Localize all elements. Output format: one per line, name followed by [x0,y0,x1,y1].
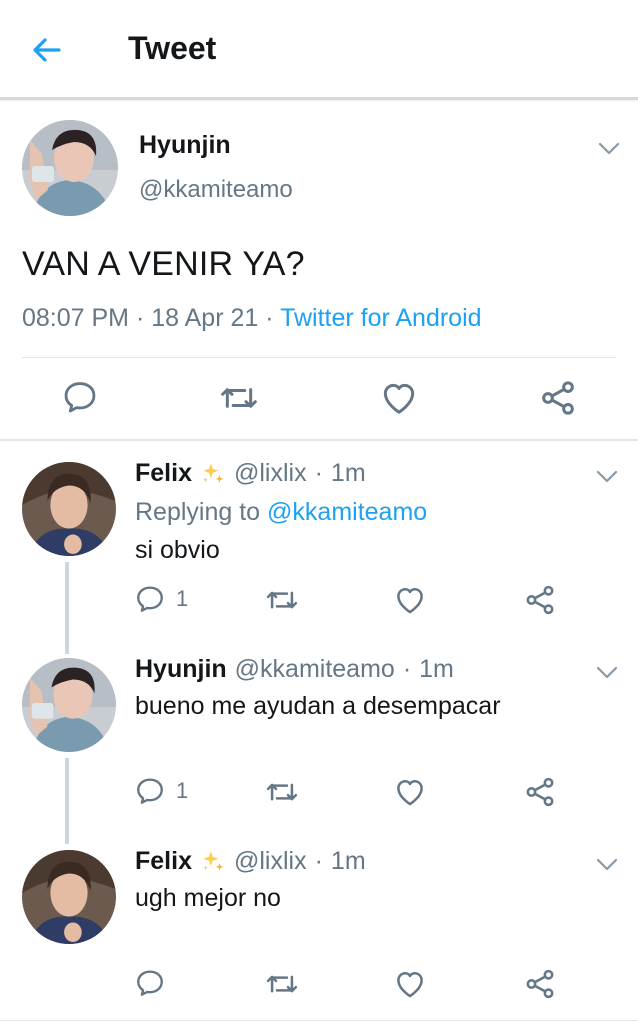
like-icon [393,775,427,809]
author-name[interactable]: Hyunjin [139,131,231,160]
author-name[interactable]: Felix [135,847,192,876]
meta-separator: · [402,655,412,683]
meta-separator: · [265,304,274,332]
share-icon [538,378,578,418]
share-button[interactable] [523,583,557,617]
tweet-time: 08:07 PM [22,304,130,332]
avatar[interactable] [22,850,116,944]
reply-icon [61,378,99,416]
retweet-button[interactable] [265,583,299,617]
tweet-time: 1m [419,655,454,683]
tweet-date: 18 Apr 21 [151,304,259,332]
sparkles-icon [200,849,226,875]
reply-count: 1 [176,778,189,803]
author-name[interactable]: Felix [135,459,192,488]
retweet-icon [265,583,299,617]
retweet-icon [265,775,299,809]
divider [22,357,616,358]
share-button[interactable] [538,378,578,418]
reply-button[interactable]: 1 [134,583,188,615]
chevron-down-icon[interactable] [598,142,620,156]
tweet-text: bueno me ayudan a desempacar [135,692,501,720]
share-icon [523,775,557,809]
chevron-down-icon[interactable] [596,666,618,680]
tweet-meta: 08:07 PM · 18 Apr 21 · Twitter for Andro… [22,304,482,333]
meta-separator: · [314,459,323,487]
tweet-time: 1m [330,459,366,487]
reply-button[interactable] [134,967,166,999]
reply-button[interactable] [61,378,99,416]
page-title: Tweet [128,30,217,66]
retweet-button[interactable] [265,775,299,809]
author-handle[interactable]: @lixlix [234,847,307,876]
mention-link[interactable]: @kkamiteamo [267,498,427,526]
replying-to: Replying to @kkamiteamo [135,498,427,527]
share-button[interactable] [523,775,557,809]
tweet-text: si obvio [135,536,220,564]
author-handle[interactable]: @kkamiteamo [139,176,293,204]
reply-icon [134,775,166,807]
avatar[interactable] [22,120,118,216]
chevron-down-icon[interactable] [596,470,618,484]
reply-icon [134,967,166,999]
share-icon [523,967,557,1001]
like-icon [393,967,427,1001]
divider [0,439,638,441]
retweet-icon [219,378,259,418]
like-button[interactable] [393,583,427,617]
meta-separator: · [135,304,145,332]
replying-prefix: Replying to [135,498,261,526]
avatar[interactable] [22,658,116,752]
author-handle[interactable]: @kkamiteamo [235,655,395,684]
meta-separator: · [314,847,323,875]
reply-header: Felix @lixlix · 1m [135,459,366,488]
tweet-source-link[interactable]: Twitter for Android [280,304,481,332]
like-icon [393,583,427,617]
top-bar: Tweet [0,0,638,100]
author-name[interactable]: Hyunjin [135,655,227,684]
like-button[interactable] [393,967,427,1001]
reply-header: Hyunjin @kkamiteamo · 1m [135,655,454,684]
reply-header: Felix @lixlix · 1m [135,847,366,876]
reply-button[interactable]: 1 [134,775,188,807]
retweet-icon [265,967,299,1001]
author-handle[interactable]: @lixlix [234,459,307,488]
thread-line [65,758,69,844]
reply-icon [134,583,166,615]
sparkles-icon [200,461,226,487]
retweet-button[interactable] [219,378,259,418]
retweet-button[interactable] [265,967,299,1001]
chevron-down-icon[interactable] [596,858,618,872]
like-button[interactable] [393,775,427,809]
avatar[interactable] [22,462,116,556]
like-button[interactable] [379,378,419,418]
tweet-time: 1m [330,847,366,875]
tweet-text: VAN A VENIR YA? [22,245,305,283]
divider [0,1020,638,1021]
like-icon [379,378,419,418]
thread-line [65,562,69,654]
share-button[interactable] [523,967,557,1001]
reply-count: 1 [176,586,189,611]
share-icon [523,583,557,617]
tweet-text: ugh mejor no [135,884,281,912]
back-arrow-icon[interactable] [30,33,70,69]
